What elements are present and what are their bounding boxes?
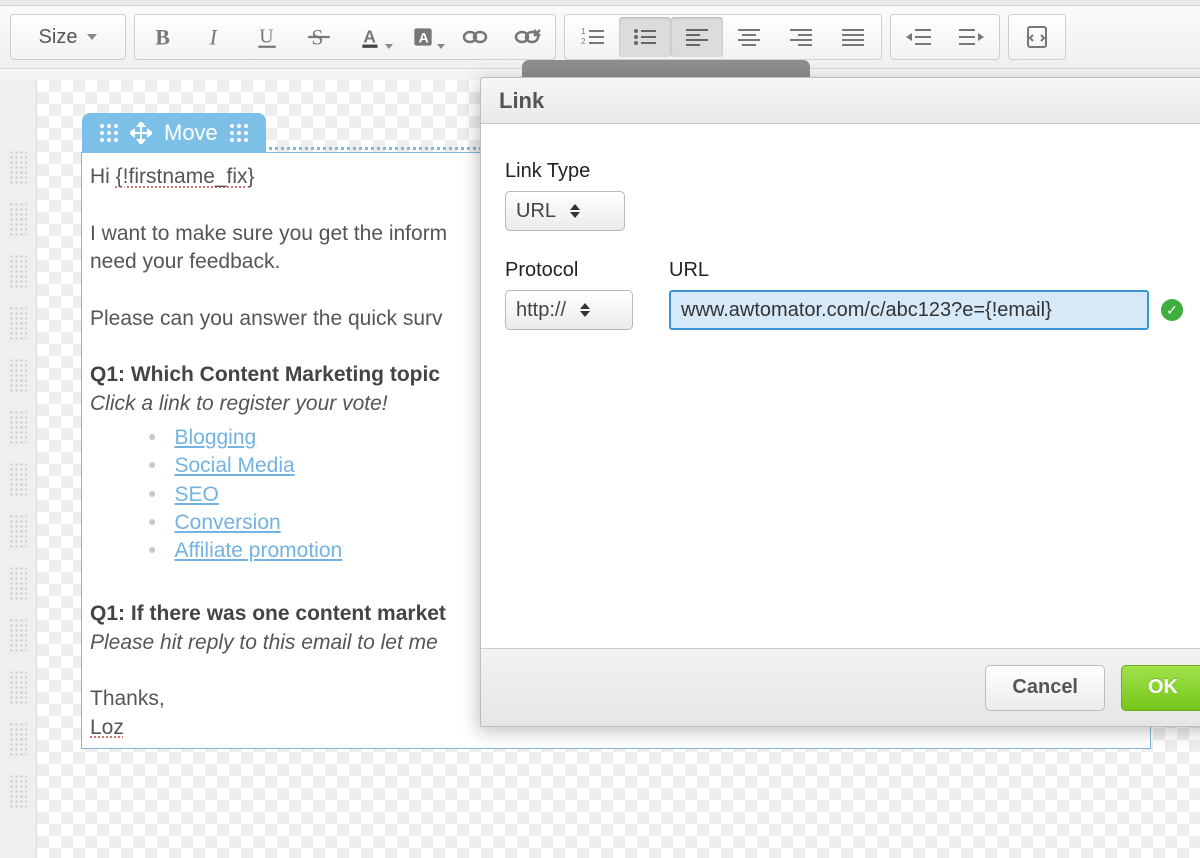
svg-text:2: 2: [581, 37, 586, 46]
cancel-button[interactable]: Cancel: [985, 665, 1105, 711]
underline-button[interactable]: U: [241, 17, 293, 57]
grip-icon: [100, 124, 118, 142]
svg-text:I: I: [209, 26, 219, 50]
url-label: URL: [669, 259, 1183, 282]
url-input[interactable]: [669, 290, 1149, 330]
ruler-tick: [9, 358, 27, 392]
move-icon: [130, 122, 152, 144]
ruler-tick: [9, 774, 27, 808]
ruler-tick: [9, 202, 27, 236]
link-type-value: URL: [516, 200, 556, 223]
text-style-group: B I U S A A: [134, 14, 556, 60]
ruler-tick: [9, 306, 27, 340]
vote-link[interactable]: Conversion: [174, 511, 280, 534]
background-color-button[interactable]: A: [397, 17, 449, 57]
move-label: Move: [164, 120, 218, 146]
vote-link[interactable]: Blogging: [174, 426, 256, 449]
link-button[interactable]: [449, 17, 501, 57]
q2-label: Q1: If there was one content market: [90, 602, 446, 625]
source-group: [1008, 14, 1066, 60]
svg-text:U: U: [259, 26, 273, 47]
indent-button[interactable]: [945, 17, 997, 57]
ruler-tick: [9, 254, 27, 288]
ruler-tick: [9, 462, 27, 496]
protocol-label: Protocol: [505, 259, 633, 282]
link-type-label: Link Type: [505, 160, 625, 183]
svg-text:1: 1: [581, 27, 586, 36]
vote-link[interactable]: Affiliate promotion: [174, 539, 342, 562]
svg-text:B: B: [155, 26, 169, 50]
dialog-body: Link Type URL Protocol http:// URL ✓: [481, 124, 1200, 648]
svg-text:A: A: [363, 26, 376, 46]
greeting-prefix: Hi: [90, 165, 116, 188]
unlink-button[interactable]: [501, 17, 553, 57]
chevron-down-icon: [87, 34, 97, 40]
align-center-button[interactable]: [723, 17, 775, 57]
link-type-select[interactable]: URL: [505, 191, 625, 231]
align-right-button[interactable]: [775, 17, 827, 57]
chevron-down-icon: [385, 44, 393, 49]
grip-icon: [230, 124, 248, 142]
bold-button[interactable]: B: [137, 17, 189, 57]
dialog-title-bar[interactable]: Link: [481, 78, 1200, 124]
valid-check-icon: ✓: [1161, 299, 1183, 321]
align-left-button[interactable]: [671, 17, 723, 57]
q1-instruction: Click a link to register your vote!: [90, 392, 388, 415]
font-size-label: Size: [39, 26, 78, 49]
ruler-tick: [9, 566, 27, 600]
protocol-select[interactable]: http://: [505, 290, 633, 330]
greeting-token: {!firstname_fix}: [116, 165, 255, 188]
ruler-tick: [9, 670, 27, 704]
vote-link[interactable]: SEO: [174, 483, 218, 506]
italic-button[interactable]: I: [189, 17, 241, 57]
outdent-button[interactable]: [893, 17, 945, 57]
left-ruler: [0, 80, 36, 858]
updown-icon: [570, 204, 580, 218]
font-size-dropdown[interactable]: Size: [13, 17, 123, 57]
ruler-tick: [9, 618, 27, 652]
indent-group: [890, 14, 1000, 60]
svg-text:A: A: [419, 29, 429, 45]
vote-link[interactable]: Social Media: [174, 454, 294, 477]
protocol-value: http://: [516, 299, 566, 322]
chevron-down-icon: [437, 44, 445, 49]
q1-label: Q1: Which Content Marketing topic: [90, 363, 440, 386]
dialog-footer: Cancel OK: [481, 648, 1200, 726]
signature: Loz: [90, 716, 124, 739]
link-dialog: Link ✕ Link Type URL Protocol http://: [480, 77, 1200, 727]
dialog-title-text: Link: [499, 88, 544, 114]
ok-button[interactable]: OK: [1121, 665, 1200, 711]
align-justify-button[interactable]: [827, 17, 879, 57]
font-size-group: Size: [10, 14, 126, 60]
text-color-button[interactable]: A: [345, 17, 397, 57]
ruler-tick: [9, 514, 27, 548]
strikethrough-button[interactable]: S: [293, 17, 345, 57]
numbered-list-button[interactable]: 12: [567, 17, 619, 57]
q2-instruction: Please hit reply to this email to let me: [90, 631, 438, 654]
move-handle[interactable]: Move: [82, 113, 266, 153]
list-align-group: 12: [564, 14, 882, 60]
ruler-tick: [9, 722, 27, 756]
updown-icon: [580, 303, 590, 317]
ruler-tick: [9, 410, 27, 444]
source-button[interactable]: [1011, 17, 1063, 57]
bullet-list-button[interactable]: [619, 17, 671, 57]
ruler-tick: [9, 150, 27, 184]
